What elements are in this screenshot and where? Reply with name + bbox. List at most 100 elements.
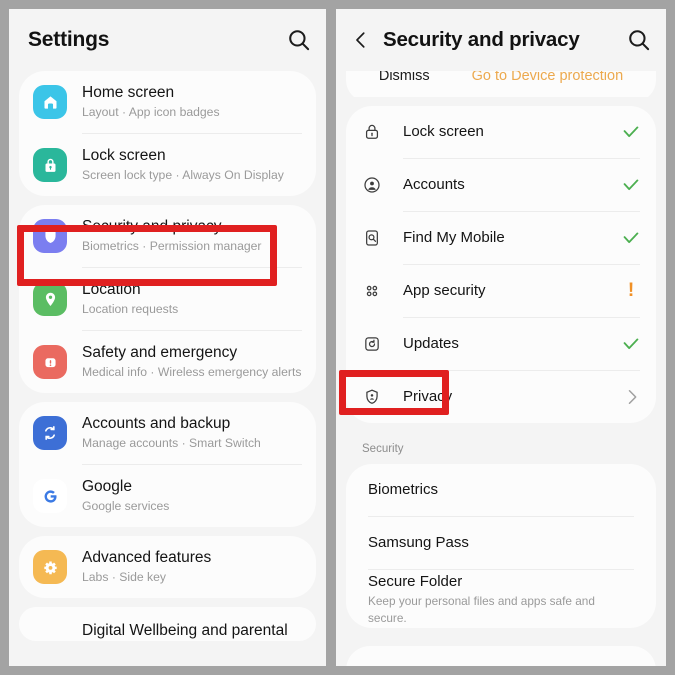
status-badge-check [620, 333, 642, 355]
privacy-shield-icon [360, 385, 384, 409]
settings-group-4: Advanced features Labs · Side key [19, 536, 316, 598]
settings-row-lock-screen[interactable]: Lock screen Screen lock type · Always On… [19, 134, 316, 196]
section-caption-security: Security [362, 443, 404, 455]
settings-group-2: Security and privacy Biometrics · Permis… [19, 205, 316, 393]
security-row-lock-screen[interactable]: Lock screen [346, 106, 656, 158]
emergency-icon [33, 345, 67, 379]
security-row-biometrics[interactable]: Biometrics [346, 464, 656, 516]
settings-row-accounts-and-backup[interactable]: Accounts and backup Manage accounts · Sm… [19, 402, 316, 464]
row-subtitle: Keep your personal files and apps safe a… [368, 593, 595, 625]
security-status-card: Lock screen Accounts Find My Mobile App … [346, 106, 656, 423]
row-text: App security [403, 281, 620, 301]
page-title: Security and privacy [383, 28, 580, 51]
row-subtitle: Biometrics · Permission manager [82, 239, 262, 253]
row-text: Samsung Pass [368, 533, 634, 553]
dismiss-button[interactable]: Dismiss [379, 71, 430, 84]
row-text: Advanced features Labs · Side key [82, 548, 302, 586]
settings-row-google[interactable]: Google Google services [19, 465, 316, 527]
settings-header: Settings [9, 9, 326, 71]
home-icon [33, 85, 67, 119]
bottom-section-card: Private Share [346, 646, 656, 666]
row-title: Accounts and backup [82, 415, 231, 432]
row-title: Location [82, 281, 141, 298]
row-title: Updates [403, 335, 459, 352]
settings-row-digital-wellbeing[interactable]: Digital Wellbeing and parental [19, 607, 316, 641]
find-my-mobile-icon [360, 226, 384, 250]
security-row-updates[interactable]: Updates [346, 318, 656, 370]
security-row-app-security[interactable]: App security ! [346, 265, 656, 317]
google-g-icon [33, 479, 67, 513]
security-and-privacy-screen-panel: Security and privacy Dismiss Go to Devic… [331, 0, 675, 675]
warning-icon: ! [627, 280, 635, 301]
device-protection-banner: Dismiss Go to Device protection [346, 71, 656, 97]
row-text: Safety and emergency Medical info · Wire… [82, 343, 302, 381]
security-row-secure-folder[interactable]: Secure Folder Keep your personal files a… [346, 570, 656, 628]
go-to-device-protection-button[interactable]: Go to Device protection [472, 71, 624, 84]
sync-icon [33, 416, 67, 450]
settings-screen-content: Settings Home screen Layout · App icon b… [9, 9, 326, 666]
row-subtitle: Location requests [82, 302, 179, 316]
dual-screenshot-stage: Settings Home screen Layout · App icon b… [0, 0, 675, 675]
status-badge-check [620, 121, 642, 143]
search-icon[interactable] [286, 27, 312, 53]
security-row-privacy[interactable]: Privacy [346, 371, 656, 423]
settings-row-location[interactable]: Location Location requests [19, 268, 316, 330]
row-title: Find My Mobile [403, 229, 505, 246]
page-title: Settings [28, 28, 110, 51]
row-title: Digital Wellbeing and parental [82, 622, 288, 639]
row-text: Lock screen Screen lock type · Always On… [82, 146, 302, 184]
status-badge-check [620, 174, 642, 196]
status-badge-warning: ! [620, 281, 642, 301]
row-title: Lock screen [403, 123, 484, 140]
location-pin-icon [33, 282, 67, 316]
security-header: Security and privacy [336, 9, 666, 71]
app-grid-icon [360, 279, 384, 303]
row-title: Secure Folder [368, 572, 463, 590]
row-text: Privacy [403, 387, 620, 407]
banner-actions: Dismiss Go to Device protection [346, 71, 656, 97]
row-subtitle: Screen lock type · Always On Display [82, 168, 284, 182]
row-text: Biometrics [368, 480, 634, 500]
lock-outline-icon [360, 120, 384, 144]
settings-row-security-and-privacy[interactable]: Security and privacy Biometrics · Permis… [19, 205, 316, 267]
settings-row-home-screen[interactable]: Home screen Layout · App icon badges [19, 71, 316, 133]
row-title: Advanced features [82, 549, 212, 566]
settings-screen-panel: Settings Home screen Layout · App icon b… [0, 0, 331, 675]
row-subtitle: Google services [82, 499, 170, 513]
security-and-privacy-content: Security and privacy Dismiss Go to Devic… [336, 9, 666, 666]
back-chevron-icon[interactable] [350, 28, 372, 52]
status-badge-check [620, 227, 642, 249]
search-icon[interactable] [626, 27, 652, 53]
row-subtitle: Manage accounts · Smart Switch [82, 436, 261, 450]
settings-group-5: Digital Wellbeing and parental [19, 607, 316, 641]
security-row-private-share[interactable]: Private Share [346, 646, 656, 666]
security-row-find-my-mobile[interactable]: Find My Mobile [346, 212, 656, 264]
updates-icon [360, 332, 384, 356]
security-row-accounts[interactable]: Accounts [346, 159, 656, 211]
settings-group-1: Home screen Layout · App icon badges Loc… [19, 71, 316, 196]
advanced-features-icon [33, 550, 67, 584]
row-title: Safety and emergency [82, 344, 238, 361]
settings-group-3: Accounts and backup Manage accounts · Sm… [19, 402, 316, 527]
row-subtitle: Layout · App icon badges [82, 105, 220, 119]
chevron-right-icon [620, 387, 642, 407]
shield-icon [33, 219, 67, 253]
settings-row-safety-and-emergency[interactable]: Safety and emergency Medical info · Wire… [19, 331, 316, 393]
account-circle-icon [360, 173, 384, 197]
security-row-samsung-pass[interactable]: Samsung Pass [346, 517, 656, 569]
row-text: Security and privacy Biometrics · Permis… [82, 217, 302, 255]
lock-icon [33, 148, 67, 182]
row-title: Privacy [403, 388, 453, 405]
row-title: Biometrics [368, 481, 439, 498]
row-title: Google [82, 478, 132, 495]
settings-row-advanced-features[interactable]: Advanced features Labs · Side key [19, 536, 316, 598]
row-text: Find My Mobile [403, 228, 620, 248]
row-text: Accounts [403, 175, 620, 195]
row-title: Samsung Pass [368, 534, 469, 551]
row-subtitle: Labs · Side key [82, 570, 167, 584]
row-text: Accounts and backup Manage accounts · Sm… [82, 414, 302, 452]
row-text: Secure Folder Keep your personal files a… [368, 572, 634, 627]
row-text: Home screen Layout · App icon badges [82, 83, 302, 121]
row-text: Lock screen [403, 122, 620, 142]
